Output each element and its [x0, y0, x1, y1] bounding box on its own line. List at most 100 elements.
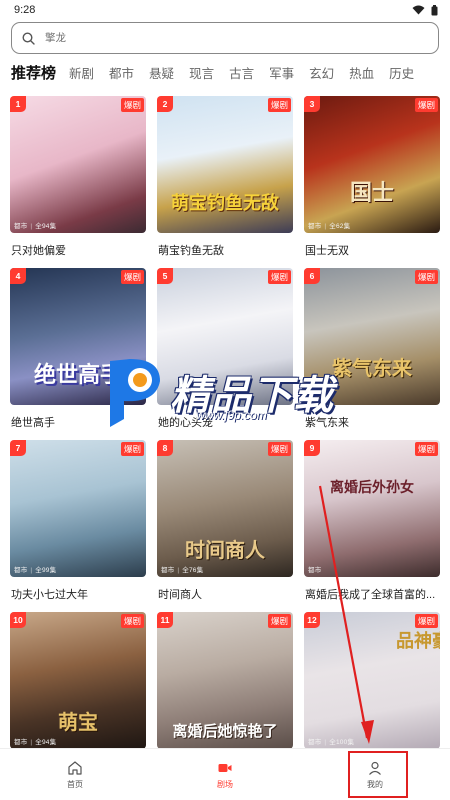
search-bar	[0, 20, 450, 54]
drama-card[interactable]: 2 爆剧 萌宝钓鱼无敌 萌宝钓鱼无敌	[157, 96, 293, 268]
rank-badge: 6	[304, 268, 320, 284]
meta-episodes: 全100集	[329, 739, 355, 746]
poster-text: 离婚后她惊艳了	[172, 723, 278, 740]
home-icon	[68, 760, 82, 775]
hot-badge: 爆剧	[120, 442, 144, 456]
tab-hot-blood[interactable]: 热血	[349, 63, 374, 89]
drama-title: 紫气东来	[305, 417, 349, 429]
tab-fantasy[interactable]: 玄幻	[309, 63, 334, 89]
drama-meta: 都市 | 全94集	[14, 739, 57, 746]
category-tabs: 推荐榜 新剧 都市 悬疑 现言 古言 军事 玄幻 热血 历史	[0, 54, 450, 89]
drama-title: 她的心头宠	[158, 417, 213, 429]
rank-badge: 5	[157, 268, 173, 284]
drama-meta: 都市 | 全99集	[14, 567, 57, 574]
meta-episodes: 全94集	[35, 739, 57, 746]
video-camera-icon	[218, 763, 232, 772]
drama-meta: 都市 | 全62集	[308, 223, 351, 230]
tab-suspense[interactable]: 悬疑	[149, 63, 174, 89]
status-bar: 9:28	[0, 0, 450, 20]
drama-card[interactable]: 8 爆剧 时间商人 都市 | 全76集 时间商人	[157, 440, 293, 612]
rank-badge: 7	[10, 440, 26, 456]
nav-theater[interactable]: 剧场	[150, 749, 300, 800]
rank-badge: 4	[10, 268, 26, 284]
poster-text: 绝世高手	[33, 362, 123, 387]
meta-episodes: 全76集	[182, 567, 204, 574]
meta-genre: 都市	[308, 223, 322, 230]
tab-ancient-romance[interactable]: 古言	[229, 63, 254, 89]
hot-badge: 爆剧	[120, 98, 144, 112]
drama-meta: 都市 | 全76集	[161, 567, 204, 574]
meta-episodes: 全62集	[329, 223, 351, 230]
drama-card[interactable]: 4 爆剧 绝世高手 绝世高手	[10, 268, 146, 440]
poster-text: 萌宝	[58, 712, 98, 734]
rank-badge: 2	[157, 96, 173, 112]
drama-card[interactable]: 9 爆剧 离婚后外孙女 都市 离婚后我成了全球首富的...	[304, 440, 440, 612]
poster-text: 品神豪	[396, 631, 440, 651]
poster-text: 紫气东来	[332, 358, 412, 380]
meta-genre: 都市	[14, 567, 28, 574]
tab-urban[interactable]: 都市	[109, 63, 134, 89]
meta-genre: 都市	[308, 739, 322, 746]
tab-modern-romance[interactable]: 现言	[189, 63, 214, 89]
hot-badge: 爆剧	[414, 442, 438, 456]
hot-badge: 爆剧	[120, 614, 144, 628]
search-input[interactable]	[45, 32, 428, 44]
drama-card[interactable]: 1 爆剧 都市 | 全94集 只对她偏爱	[10, 96, 146, 268]
rank-badge: 8	[157, 440, 173, 456]
drama-grid: 1 爆剧 都市 | 全94集 只对她偏爱 2 爆剧 萌宝钓鱼无敌 萌宝钓鱼无敌 3 …	[10, 96, 440, 784]
user-icon	[369, 761, 381, 775]
meta-genre: 都市	[14, 223, 28, 230]
drama-meta: 都市 | 全94集	[14, 223, 57, 230]
drama-poster: 7 爆剧 都市 | 全99集	[10, 440, 146, 577]
poster-text: 时间商人	[185, 540, 265, 562]
rank-badge: 9	[304, 440, 320, 456]
poster-text: 离婚后外孙女	[330, 479, 414, 495]
drama-meta: 都市	[308, 564, 321, 574]
drama-card[interactable]: 3 爆剧 国士 都市 | 全62集 国士无双	[304, 96, 440, 268]
drama-poster: 5 爆剧	[157, 268, 293, 405]
drama-poster: 6 爆剧 紫气东来	[304, 268, 440, 405]
hot-badge: 爆剧	[414, 614, 438, 628]
rank-badge: 11	[157, 612, 173, 628]
nav-home[interactable]: 首页	[0, 749, 150, 800]
rank-badge: 10	[10, 612, 26, 628]
drama-title: 时间商人	[158, 589, 202, 601]
drama-poster: 12 爆剧 品神豪 都市|全100集	[304, 612, 440, 749]
drama-poster: 3 爆剧 国士 都市 | 全62集	[304, 96, 440, 233]
drama-poster: 10 爆剧 萌宝 都市 | 全94集	[10, 612, 146, 749]
tab-history[interactable]: 历史	[389, 63, 414, 89]
drama-title: 国士无双	[305, 245, 349, 257]
meta-episodes: 全99集	[35, 567, 57, 574]
tab-recommend[interactable]: 推荐榜	[11, 62, 56, 89]
rank-badge: 12	[304, 612, 320, 628]
hot-badge: 爆剧	[120, 270, 144, 284]
drama-title: 绝世高手	[11, 417, 55, 429]
drama-card[interactable]: 6 爆剧 紫气东来 紫气东来	[304, 268, 440, 440]
drama-title: 只对她偏爱	[11, 245, 66, 257]
tab-new[interactable]: 新剧	[69, 63, 94, 89]
drama-poster: 4 爆剧 绝世高手	[10, 268, 146, 405]
nav-mine[interactable]: 我的	[300, 749, 450, 800]
drama-title: 离婚后我成了全球首富的...	[305, 589, 436, 601]
search-box[interactable]	[11, 22, 439, 54]
hot-badge: 爆剧	[267, 98, 291, 112]
drama-poster: 1 爆剧 都市 | 全94集	[10, 96, 146, 233]
hot-badge: 爆剧	[267, 270, 291, 284]
bottom-nav: 首页 剧场 我的	[0, 748, 450, 800]
meta-episodes: 全94集	[35, 223, 57, 230]
nav-theater-label: 剧场	[217, 779, 233, 789]
meta-genre: 都市	[308, 567, 322, 574]
drama-poster: 11 爆剧 离婚后她惊艳了	[157, 612, 293, 749]
meta-genre: 都市	[14, 739, 28, 746]
hot-badge: 爆剧	[267, 442, 291, 456]
drama-poster: 8 爆剧 时间商人 都市 | 全76集	[157, 440, 293, 577]
battery-icon	[431, 4, 438, 15]
tab-military[interactable]: 军事	[269, 63, 294, 89]
rank-badge: 3	[304, 96, 320, 112]
hot-badge: 爆剧	[267, 614, 291, 628]
status-time: 9:28	[14, 4, 36, 16]
drama-card[interactable]: 5 爆剧 她的心头宠	[157, 268, 293, 440]
status-icons	[412, 4, 438, 16]
drama-card[interactable]: 7 爆剧 都市 | 全99集 功夫小七过大年	[10, 440, 146, 612]
search-icon	[22, 31, 35, 45]
